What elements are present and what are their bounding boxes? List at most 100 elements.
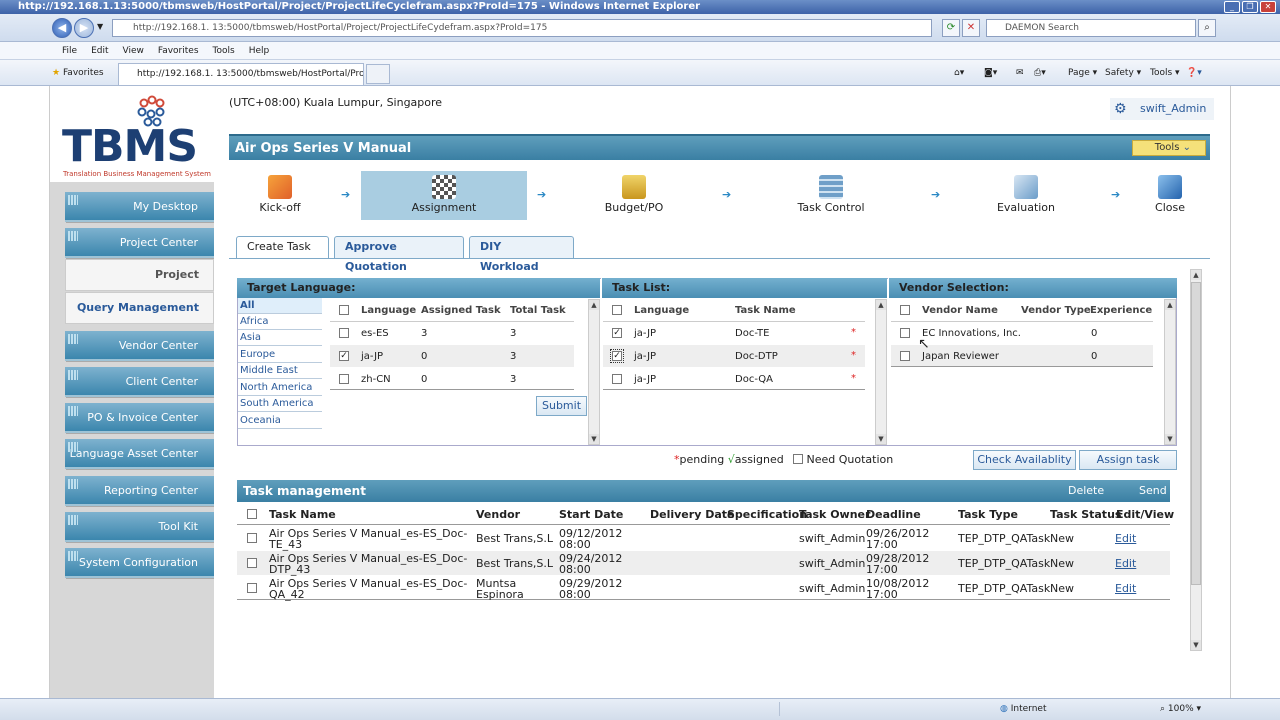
row-checkbox[interactable] bbox=[339, 374, 349, 384]
select-all-vendors-checkbox[interactable] bbox=[900, 305, 910, 315]
need-quotation-checkbox[interactable] bbox=[793, 454, 803, 464]
check-availability-button[interactable]: Check Availablity bbox=[973, 450, 1076, 470]
row-checkbox-checked[interactable]: ✓ bbox=[610, 349, 624, 363]
sidebar-item-reporting-center[interactable]: Reporting Center bbox=[65, 476, 214, 506]
scroll-thumb[interactable] bbox=[1191, 282, 1201, 585]
assign-task-button[interactable]: Assign task bbox=[1079, 450, 1177, 470]
delete-button[interactable]: Delete bbox=[1068, 480, 1104, 502]
edit-link[interactable]: Edit bbox=[1115, 558, 1136, 569]
menu-view[interactable]: View bbox=[123, 42, 144, 59]
region-north-america[interactable]: North America bbox=[238, 380, 322, 396]
tab-create-task[interactable]: Create Task bbox=[236, 236, 329, 259]
tab-diy-workload[interactable]: DIY Workload bbox=[469, 236, 574, 273]
search-icon[interactable]: ⌕ bbox=[1198, 19, 1216, 37]
send-button[interactable]: Send bbox=[1139, 480, 1167, 502]
select-all-task-mgmt-checkbox[interactable] bbox=[247, 509, 257, 519]
favorites-button[interactable]: ★ Favorites bbox=[52, 66, 104, 80]
column-header: Task Type bbox=[958, 508, 1018, 521]
menu-edit[interactable]: Edit bbox=[91, 42, 108, 59]
step-budget-po[interactable]: Budget/PO bbox=[586, 172, 682, 220]
step-task-control[interactable]: Task Control bbox=[783, 172, 879, 220]
address-input[interactable]: http://192.168.1. 13:5000/tbmsweb/HostPo… bbox=[112, 19, 932, 37]
tab-approve-quotation[interactable]: Approve Quotation bbox=[334, 236, 464, 273]
panel-title: Vendor Selection: bbox=[899, 281, 1009, 294]
sidebar-item-client-center[interactable]: Client Center bbox=[65, 367, 214, 397]
safety-menu[interactable]: Safety ▾ bbox=[1105, 66, 1141, 80]
help-icon[interactable]: ❓▾ bbox=[1186, 66, 1202, 80]
target-language-scrollbar[interactable]: ▲ ▼ bbox=[588, 299, 600, 445]
scroll-down-icon[interactable]: ▼ bbox=[589, 434, 599, 444]
scroll-up-icon[interactable]: ▲ bbox=[589, 300, 599, 310]
sidebar-subitem-query-management[interactable]: Query Management bbox=[65, 292, 214, 324]
zoom-control[interactable]: ⌕ 100% ▾ bbox=[1160, 702, 1201, 716]
tbms-logo: TBMS Translation Business Management Sys… bbox=[62, 94, 211, 180]
sidebar-item-project-center[interactable]: Project Center bbox=[65, 228, 214, 258]
sidebar-item-vendor-center[interactable]: Vendor Center bbox=[65, 331, 214, 361]
need-quotation-option[interactable]: Need Quotation bbox=[793, 453, 893, 466]
home-icon[interactable]: ⌂▾ bbox=[954, 66, 964, 80]
edit-link[interactable]: Edit bbox=[1115, 583, 1136, 594]
row-checkbox[interactable] bbox=[900, 351, 910, 361]
row-checkbox[interactable] bbox=[247, 558, 257, 568]
task-list-scrollbar[interactable]: ▲ ▼ bbox=[875, 299, 887, 445]
step-evaluation[interactable]: Evaluation bbox=[978, 172, 1074, 220]
tools-menu[interactable]: Tools ▾ bbox=[1150, 66, 1180, 80]
forward-button[interactable]: ▶ bbox=[74, 18, 94, 38]
row-checkbox-checked[interactable]: ✓ bbox=[339, 351, 349, 361]
refresh-icon[interactable]: ⟳ bbox=[942, 19, 960, 37]
tools-button[interactable]: Tools ⌄ bbox=[1131, 140, 1206, 156]
restore-button[interactable]: ❐ bbox=[1242, 1, 1258, 13]
row-checkbox[interactable] bbox=[612, 374, 622, 384]
mail-icon[interactable]: ✉ bbox=[1016, 66, 1024, 80]
menu-tools[interactable]: Tools bbox=[213, 42, 235, 59]
region-europe[interactable]: Europe bbox=[238, 347, 322, 363]
step-close[interactable]: Close bbox=[1122, 172, 1218, 220]
minimize-button[interactable]: _ bbox=[1224, 1, 1240, 13]
history-dropdown-icon[interactable]: ▼ bbox=[97, 22, 103, 31]
new-tab-button[interactable] bbox=[366, 64, 390, 84]
region-asia[interactable]: Asia bbox=[238, 330, 322, 346]
scroll-up-icon[interactable]: ▲ bbox=[876, 300, 886, 310]
sidebar-subitem-project-management[interactable]: Project Management◀ bbox=[65, 259, 214, 311]
scroll-down-icon[interactable]: ▼ bbox=[1191, 640, 1201, 650]
region-oceania[interactable]: Oceania bbox=[238, 413, 322, 429]
step-assignment[interactable]: Assignment bbox=[396, 172, 492, 220]
print-icon[interactable]: ⎙▾ bbox=[1034, 66, 1046, 80]
search-input[interactable]: DAEMON Search bbox=[986, 19, 1196, 37]
sidebar-item-po-invoice-center[interactable]: PO & Invoice Center bbox=[65, 403, 214, 433]
scroll-down-icon[interactable]: ▼ bbox=[1165, 434, 1175, 444]
sidebar-item-language-asset-center[interactable]: Language Asset Center bbox=[65, 439, 214, 469]
edit-link[interactable]: Edit bbox=[1115, 533, 1136, 544]
page-menu[interactable]: Page ▾ bbox=[1068, 66, 1097, 80]
row-checkbox-checked[interactable]: ✓ bbox=[612, 328, 622, 338]
region-all[interactable]: All bbox=[238, 298, 322, 314]
sidebar-item-system-configuration[interactable]: System Configuration bbox=[65, 548, 214, 578]
row-checkbox[interactable] bbox=[900, 328, 910, 338]
stop-icon[interactable]: ✕ bbox=[962, 19, 980, 37]
region-middle-east[interactable]: Middle East bbox=[238, 363, 322, 379]
sidebar-item-tool-kit[interactable]: Tool Kit bbox=[65, 512, 214, 542]
user-menu[interactable]: ⚙ swift_Admin bbox=[1110, 98, 1215, 120]
step-kick-off[interactable]: Kick-off bbox=[232, 172, 328, 220]
menu-help[interactable]: Help bbox=[249, 42, 270, 59]
select-all-languages-checkbox[interactable] bbox=[339, 305, 349, 315]
page-scrollbar[interactable]: ▲ ▼ bbox=[1190, 269, 1202, 651]
row-checkbox[interactable] bbox=[339, 328, 349, 338]
region-africa[interactable]: Africa bbox=[238, 314, 322, 330]
select-all-tasks-checkbox[interactable] bbox=[612, 305, 622, 315]
close-window-button[interactable]: ✕ bbox=[1260, 1, 1276, 13]
sidebar-item-my-desktop[interactable]: My Desktop bbox=[65, 192, 214, 222]
submit-button[interactable]: Submit bbox=[536, 396, 587, 416]
region-south-america[interactable]: South America bbox=[238, 396, 322, 412]
scroll-down-icon[interactable]: ▼ bbox=[876, 434, 886, 444]
menu-favorites[interactable]: Favorites bbox=[158, 42, 199, 59]
feeds-icon[interactable]: ◙▾ bbox=[984, 66, 997, 80]
scroll-up-icon[interactable]: ▲ bbox=[1165, 300, 1175, 310]
vendor-scrollbar[interactable]: ▲ ▼ bbox=[1164, 299, 1176, 445]
back-button[interactable]: ◀ bbox=[52, 18, 72, 38]
browser-tab[interactable]: http://192.168.1. 13:5000/tbmsweb/HostPo… bbox=[118, 63, 364, 85]
scroll-up-icon[interactable]: ▲ bbox=[1191, 270, 1201, 280]
row-checkbox[interactable] bbox=[247, 533, 257, 543]
row-checkbox[interactable] bbox=[247, 583, 257, 593]
menu-file[interactable]: File bbox=[62, 42, 77, 59]
